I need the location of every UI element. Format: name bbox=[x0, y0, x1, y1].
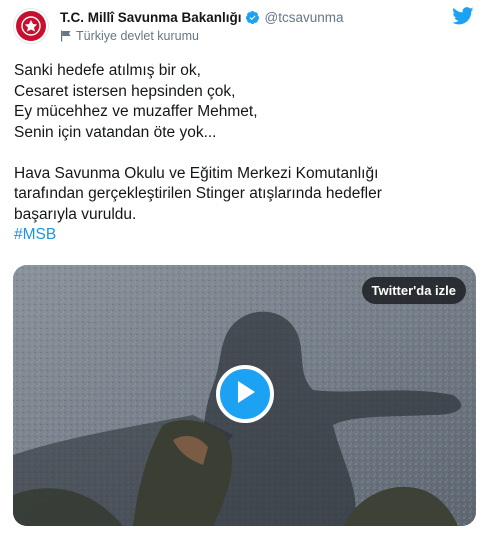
play-button[interactable] bbox=[216, 365, 274, 423]
tweet-line: Cesaret istersen hepsinden çok, bbox=[14, 82, 236, 100]
avatar[interactable] bbox=[13, 8, 49, 44]
tweet-line: tarafından gerçekleştirilen Stinger atış… bbox=[14, 185, 382, 202]
video-player[interactable]: Twitter'da izle bbox=[13, 265, 476, 526]
account-name-row: T.C. Millî Savunma Bakanlığı @tcsavunma bbox=[60, 10, 344, 25]
play-icon bbox=[233, 379, 257, 410]
tweet-text: Sanki hedefe atılmış bir ok, Cesaret ist… bbox=[14, 61, 474, 246]
tweet-line: Senin için vatandan öte yok... bbox=[14, 123, 217, 141]
verified-badge-icon bbox=[245, 10, 260, 25]
hashtag-link[interactable]: #MSB bbox=[14, 225, 474, 246]
account-handle[interactable]: @tcsavunma bbox=[265, 10, 344, 25]
tweet-line: başarıyla vuruldu. bbox=[14, 205, 137, 223]
government-label[interactable]: Türkiye devlet kurumu bbox=[60, 29, 199, 43]
watch-on-twitter-button[interactable]: Twitter'da izle bbox=[361, 277, 466, 304]
flag-icon bbox=[60, 30, 72, 42]
tweet-line: Ey mücehhez ve muzaffer Mehmet, bbox=[14, 103, 258, 120]
display-name[interactable]: T.C. Millî Savunma Bakanlığı bbox=[60, 10, 242, 25]
government-label-text: Türkiye devlet kurumu bbox=[76, 29, 199, 43]
ministry-emblem-icon bbox=[16, 11, 46, 41]
tweet-line: Hava Savunma Okulu ve Eğitim Merkezi Kom… bbox=[14, 164, 379, 182]
tweet-line: Sanki hedefe atılmış bir ok, bbox=[14, 62, 201, 79]
twitter-bird-icon[interactable] bbox=[452, 7, 474, 30]
